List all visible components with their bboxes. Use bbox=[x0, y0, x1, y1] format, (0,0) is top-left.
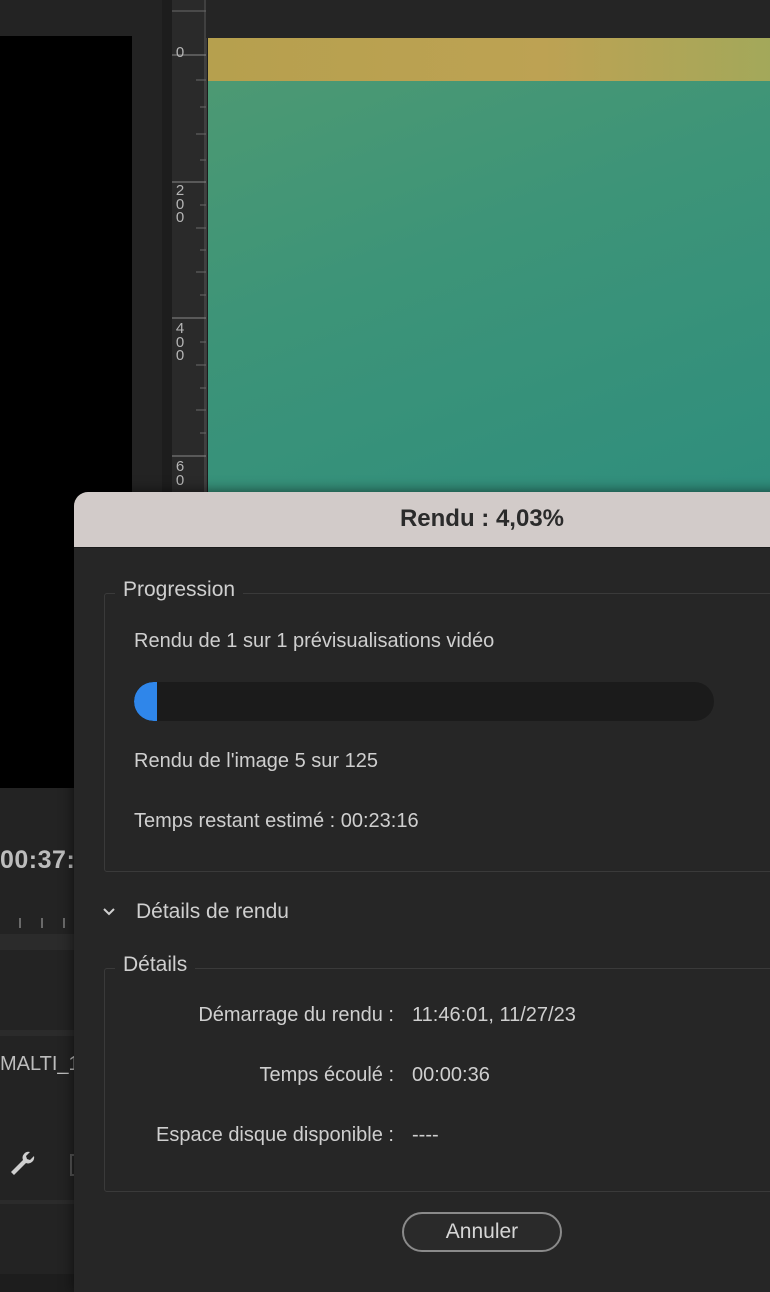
ruler-ticks bbox=[172, 0, 206, 500]
render-start-label: Démarrage du rendu : bbox=[198, 1004, 394, 1026]
dialog-title: Rendu : 4,03% bbox=[399, 505, 565, 532]
panel-divider bbox=[0, 1030, 74, 1036]
ruler-label: 400 bbox=[175, 320, 185, 364]
progress-group-legend: Progression bbox=[115, 578, 244, 602]
program-monitor-margin bbox=[206, 0, 770, 38]
timecode-display[interactable]: 00:37: bbox=[0, 846, 75, 875]
details-group-legend: Détails bbox=[115, 953, 196, 977]
dialog-titlebar[interactable]: Rendu : 4,03% bbox=[74, 492, 770, 548]
panel-divider bbox=[0, 934, 74, 950]
timeline-mini-ruler bbox=[19, 918, 65, 928]
wrench-icon[interactable] bbox=[6, 1148, 36, 1178]
elapsed-time-value: 00:00:36 bbox=[412, 1064, 490, 1086]
ruler-label: 0 bbox=[175, 44, 185, 61]
render-progress-bar bbox=[134, 682, 714, 721]
disk-space-value: ---- bbox=[412, 1124, 439, 1146]
disk-space-label: Espace disque disponible : bbox=[156, 1124, 394, 1146]
details-toggle-label: Détails de rendu bbox=[136, 900, 289, 923]
elapsed-time-label: Temps écoulé : bbox=[259, 1064, 394, 1086]
program-monitor-canvas[interactable] bbox=[208, 38, 770, 498]
ruler-label: 200 bbox=[175, 182, 185, 226]
render-frame-text: Rendu de l'image 5 sur 125 bbox=[134, 750, 378, 772]
time-remaining-text: Temps restant estimé : 00:23:16 bbox=[134, 810, 419, 832]
vertical-ruler: 0 200 400 60 bbox=[172, 0, 207, 500]
render-start-value: 11:46:01, 11/27/23 bbox=[412, 1004, 576, 1026]
details-toggle[interactable]: Détails de rendu bbox=[102, 898, 289, 926]
canvas-header-bar bbox=[208, 38, 770, 81]
chevron-down-icon bbox=[103, 908, 115, 916]
render-status-text: Rendu de 1 sur 1 prévisualisations vidéo bbox=[134, 630, 495, 652]
panel-divider bbox=[0, 1200, 74, 1204]
clip-name[interactable]: MALTI_1 bbox=[0, 1053, 80, 1076]
render-dialog: Rendu : 4,03% Progression Rendu de 1 sur… bbox=[74, 492, 770, 1292]
cancel-button[interactable]: Annuler bbox=[402, 1212, 562, 1252]
ruler-label: 60 bbox=[175, 458, 185, 489]
